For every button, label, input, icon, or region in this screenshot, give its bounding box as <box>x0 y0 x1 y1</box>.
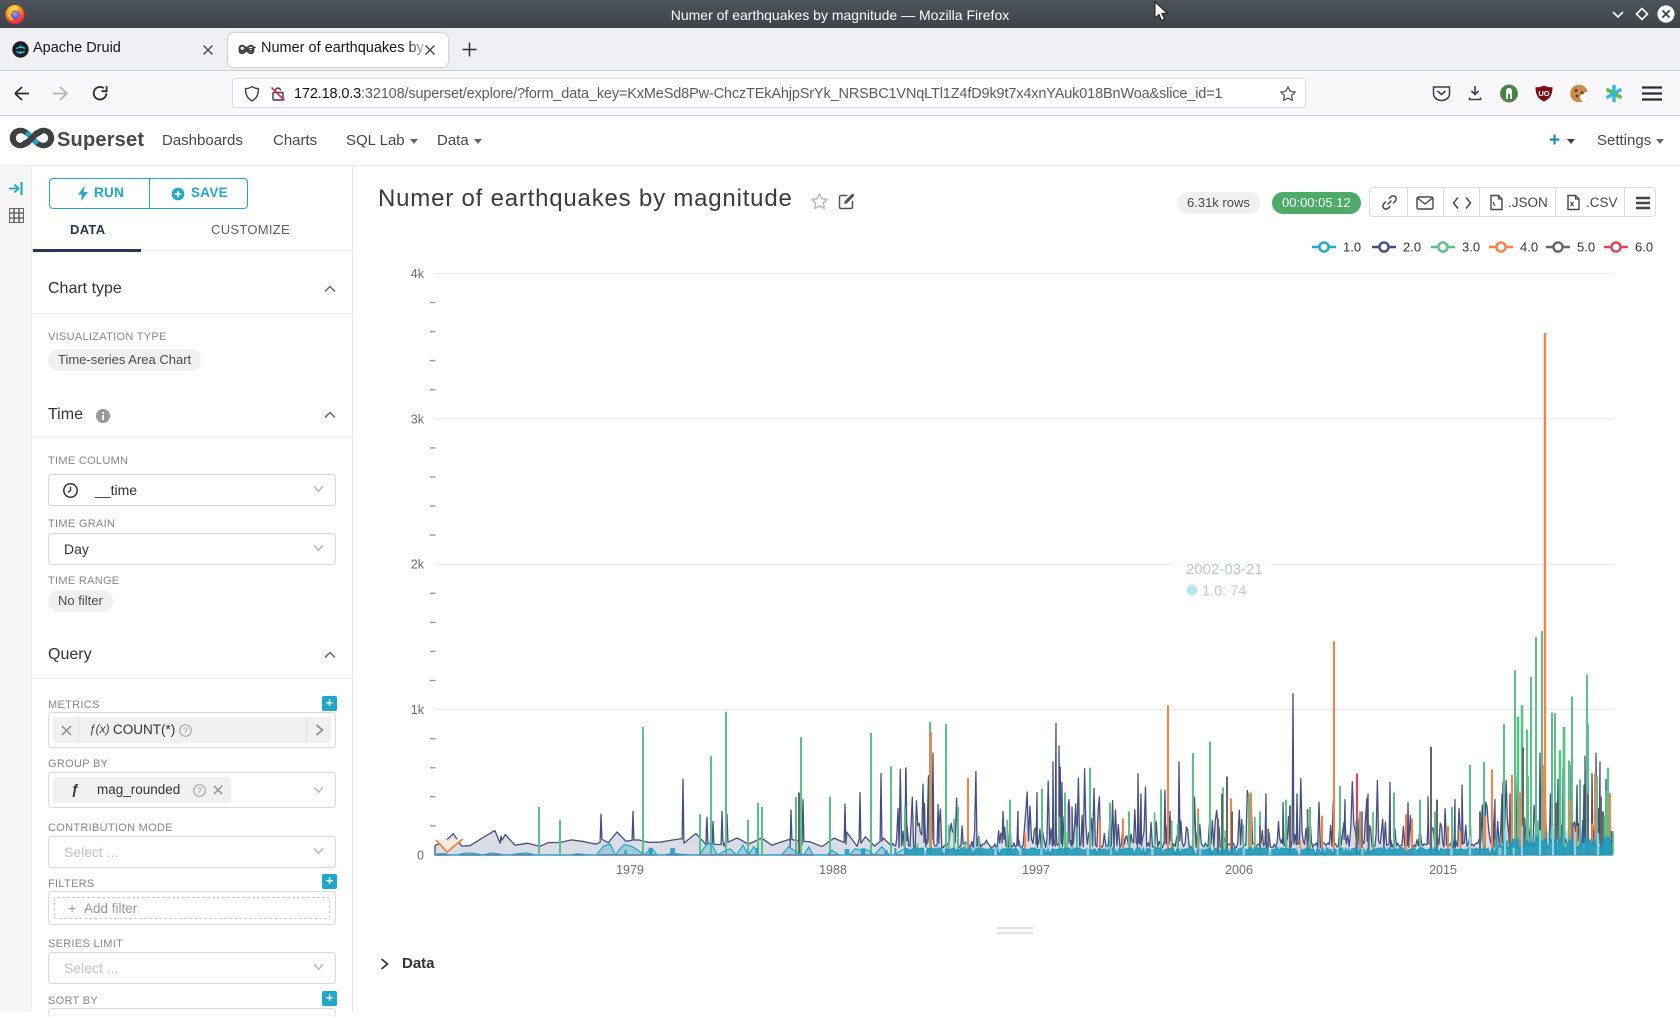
svg-text:?: ? <box>197 785 202 795</box>
svg-text:1979: 1979 <box>616 863 644 877</box>
svg-text:4.0: 4.0 <box>1520 240 1538 255</box>
svg-text:6.0: 6.0 <box>1635 240 1653 255</box>
svg-text:1.0: 1.0 <box>1343 240 1361 255</box>
svg-text:1k: 1k <box>411 703 425 717</box>
svg-text:3k: 3k <box>411 412 425 426</box>
svg-text:2002-03-21: 2002-03-21 <box>1186 561 1263 578</box>
svg-text:2006: 2006 <box>1225 863 1253 877</box>
svg-text:0: 0 <box>417 849 424 863</box>
svg-text:UO: UO <box>1538 89 1549 98</box>
svg-text:1.0: 74: 1.0: 74 <box>1202 584 1246 600</box>
svg-text:2015: 2015 <box>1429 863 1457 877</box>
svg-text:2k: 2k <box>411 558 425 572</box>
svg-text:1997: 1997 <box>1022 863 1050 877</box>
svg-text:3.0: 3.0 <box>1462 240 1480 255</box>
svg-text:?: ? <box>183 725 188 735</box>
svg-text:4k: 4k <box>411 267 425 281</box>
svg-text:1988: 1988 <box>819 863 847 877</box>
svg-text:2.0: 2.0 <box>1403 240 1421 255</box>
svg-text:5.0: 5.0 <box>1577 240 1595 255</box>
